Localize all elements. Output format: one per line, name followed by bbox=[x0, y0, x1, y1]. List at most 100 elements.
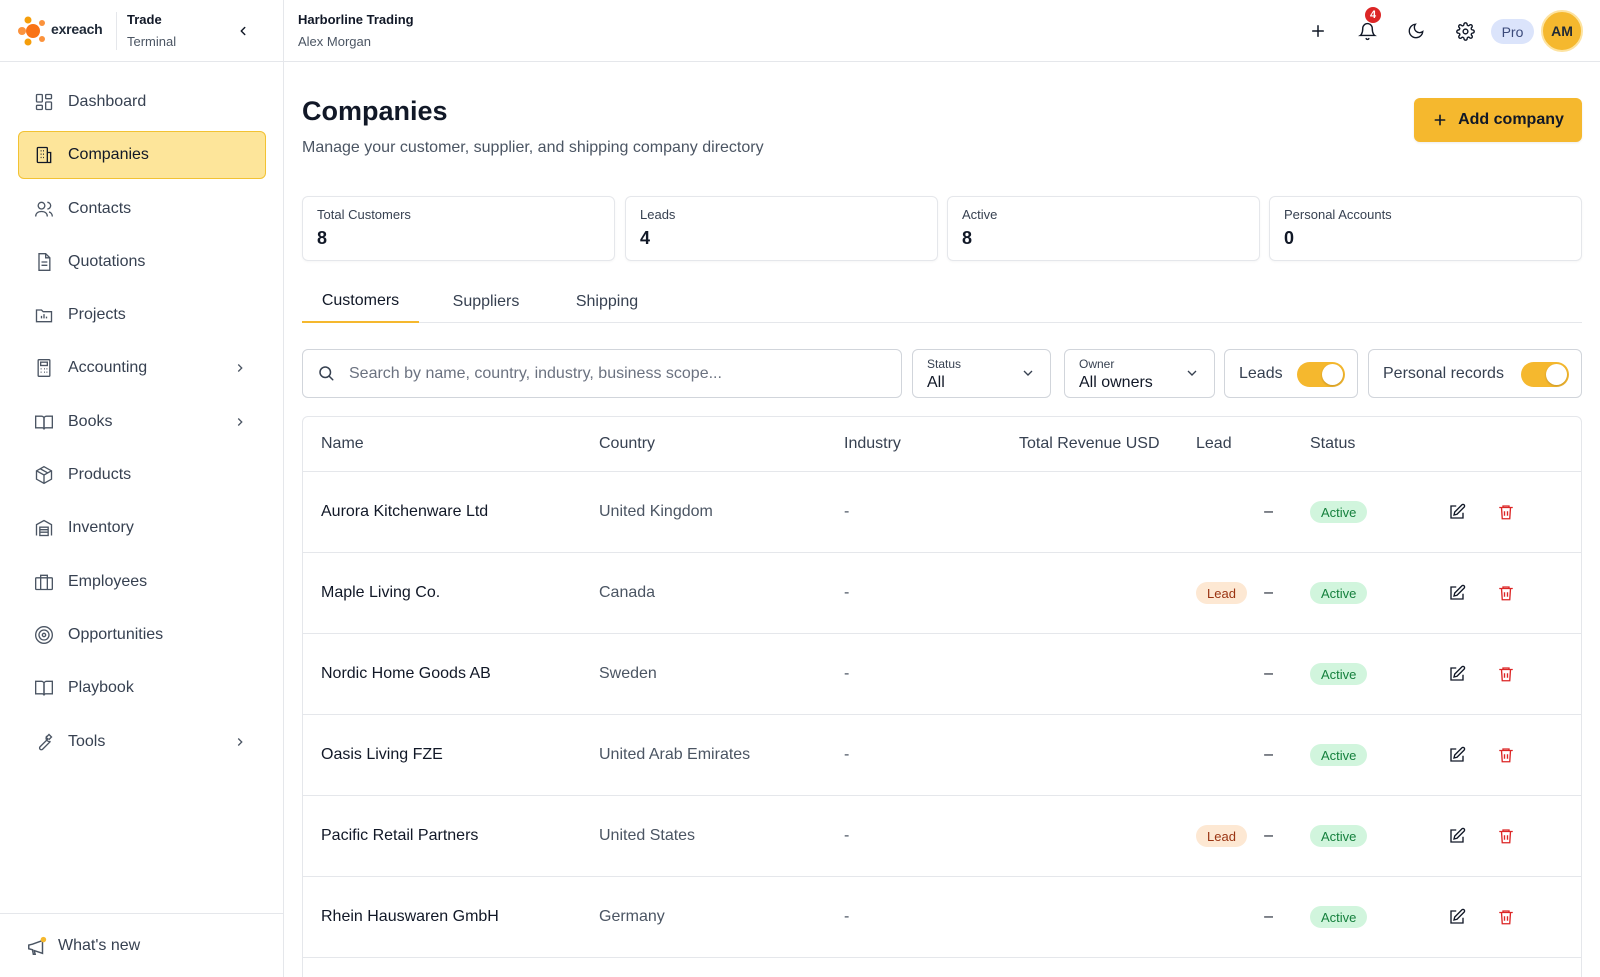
dark-mode-toggle[interactable] bbox=[1404, 19, 1428, 43]
add-company-button[interactable]: Add company bbox=[1414, 98, 1582, 142]
company-name[interactable]: Aurora Kitchenware Ltd bbox=[321, 503, 488, 521]
edit-button[interactable] bbox=[1447, 583, 1467, 603]
sidebar-item-label: Books bbox=[68, 412, 113, 430]
delete-button[interactable] bbox=[1496, 745, 1516, 765]
target-icon bbox=[33, 624, 55, 646]
table-row[interactable]: Aurora Kitchenware Ltd United Kingdom - … bbox=[303, 472, 1581, 553]
quick-add-button[interactable] bbox=[1306, 19, 1330, 43]
stat-label: Total Customers bbox=[317, 207, 411, 222]
status-badge: Active bbox=[1310, 744, 1368, 766]
column-header-lead[interactable]: Lead bbox=[1196, 435, 1232, 453]
stat-card-total-customers: Total Customers 8 bbox=[302, 196, 615, 261]
lead-badge: Lead bbox=[1196, 582, 1247, 604]
table-row[interactable]: Pacific Retail Partners United States - … bbox=[303, 796, 1581, 877]
delete-button[interactable] bbox=[1496, 664, 1516, 684]
company-name[interactable]: Maple Living Co. bbox=[321, 584, 440, 602]
owner-filter-caption: Owner bbox=[1079, 357, 1115, 371]
table-header: Name Country Industry Total Revenue USD … bbox=[303, 417, 1581, 472]
edit-button[interactable] bbox=[1447, 664, 1467, 684]
table-row[interactable]: Rhein Hauswaren GmbH Germany - – Active bbox=[303, 877, 1581, 958]
chevron-down-icon bbox=[1020, 365, 1038, 383]
column-header-industry[interactable]: Industry bbox=[844, 435, 901, 453]
company-revenue: – bbox=[1264, 665, 1273, 682]
notification-count-badge: 4 bbox=[1364, 6, 1382, 24]
stat-value: 4 bbox=[640, 228, 651, 248]
column-header-name[interactable]: Name bbox=[321, 435, 364, 453]
owner-filter-select[interactable]: Owner All owners bbox=[1064, 349, 1215, 398]
delete-button[interactable] bbox=[1496, 826, 1516, 846]
column-header-status[interactable]: Status bbox=[1310, 435, 1355, 453]
company-industry: - bbox=[844, 503, 850, 520]
company-industry: - bbox=[844, 827, 850, 844]
delete-button[interactable] bbox=[1496, 907, 1516, 927]
product-name: Trade bbox=[127, 12, 162, 27]
stat-card-leads: Leads 4 bbox=[625, 196, 938, 261]
personal-records-toggle-switch[interactable] bbox=[1521, 362, 1569, 387]
sidebar-item-playbook[interactable]: Playbook bbox=[18, 664, 266, 712]
sidebar-item-label: Quotations bbox=[68, 252, 146, 270]
plus-icon bbox=[1312, 25, 1324, 37]
leads-toggle-switch[interactable] bbox=[1297, 362, 1345, 387]
collapse-sidebar-button[interactable] bbox=[233, 21, 253, 41]
edit-button[interactable] bbox=[1447, 826, 1467, 846]
table-row[interactable]: Oasis Living FZE United Arab Emirates - … bbox=[303, 715, 1581, 796]
edit-button[interactable] bbox=[1447, 745, 1467, 765]
tab-shipping[interactable]: Shipping bbox=[564, 281, 650, 323]
sidebar-nav: Dashboard Companies Contacts Quotations … bbox=[18, 78, 266, 771]
trash-icon bbox=[1499, 586, 1513, 601]
company-name[interactable]: Oasis Living FZE bbox=[321, 746, 443, 764]
table-row[interactable]: Nordic Home Goods AB Sweden - – Active bbox=[303, 634, 1581, 715]
user-avatar[interactable]: AM bbox=[1541, 10, 1583, 52]
status-badge: Active bbox=[1310, 663, 1368, 685]
sidebar-item-label: Tools bbox=[68, 732, 106, 750]
company-name[interactable]: Rhein Hauswaren GmbH bbox=[321, 908, 499, 926]
stat-card-active: Active 8 bbox=[947, 196, 1260, 261]
tab-suppliers[interactable]: Suppliers bbox=[442, 281, 530, 323]
stat-value: 0 bbox=[1284, 228, 1295, 248]
status-badge: Active bbox=[1310, 906, 1368, 928]
edit-icon bbox=[1450, 827, 1466, 843]
status-filter-select[interactable]: Status All bbox=[912, 349, 1051, 398]
sidebar-item-label: Products bbox=[68, 466, 132, 484]
sidebar-item-dashboard[interactable]: Dashboard bbox=[18, 78, 266, 126]
search-input[interactable] bbox=[349, 364, 889, 383]
sidebar-item-quotations[interactable]: Quotations bbox=[18, 238, 266, 286]
stat-label: Leads bbox=[640, 207, 676, 222]
trash-icon bbox=[1499, 667, 1513, 682]
sidebar-item-opportunities[interactable]: Opportunities bbox=[18, 611, 266, 659]
chevron-right-icon bbox=[231, 413, 249, 431]
building-icon bbox=[33, 144, 55, 166]
column-header-total-revenue[interactable]: Total Revenue USD bbox=[1019, 435, 1160, 453]
sidebar-item-contacts[interactable]: Contacts bbox=[18, 185, 266, 233]
sidebar-item-companies[interactable]: Companies bbox=[18, 131, 266, 180]
lead-badge: Lead bbox=[1196, 825, 1247, 847]
status-filter-value: All bbox=[927, 374, 945, 391]
whats-new-link[interactable]: What's new bbox=[0, 913, 284, 977]
sidebar-item-products[interactable]: Products bbox=[18, 451, 266, 499]
brand-divider bbox=[116, 12, 117, 50]
book-open-icon bbox=[33, 677, 55, 699]
sidebar-item-label: Accounting bbox=[68, 359, 148, 377]
sidebar-item-tools[interactable]: Tools bbox=[18, 718, 266, 766]
warehouse-icon bbox=[33, 517, 55, 539]
edit-button[interactable] bbox=[1447, 907, 1467, 927]
company-name[interactable]: Nordic Home Goods AB bbox=[321, 665, 491, 683]
sidebar-item-label: Employees bbox=[68, 572, 148, 590]
sidebar-item-employees[interactable]: Employees bbox=[18, 558, 266, 606]
settings-button[interactable] bbox=[1453, 19, 1477, 43]
company-name[interactable]: Pacific Retail Partners bbox=[321, 827, 478, 845]
delete-button[interactable] bbox=[1496, 583, 1516, 603]
tab-customers[interactable]: Customers bbox=[302, 281, 419, 323]
sidebar-item-projects[interactable]: Projects bbox=[18, 291, 266, 339]
sidebar-item-books[interactable]: Books bbox=[18, 398, 266, 446]
sidebar-item-accounting[interactable]: Accounting bbox=[18, 344, 266, 392]
leads-toggle-control: Leads bbox=[1224, 349, 1358, 398]
company-country: United Arab Emirates bbox=[599, 746, 751, 763]
status-filter-caption: Status bbox=[927, 357, 962, 371]
column-header-country[interactable]: Country bbox=[599, 435, 655, 453]
sidebar-item-inventory[interactable]: Inventory bbox=[18, 504, 266, 552]
delete-button[interactable] bbox=[1496, 502, 1516, 522]
table-row[interactable]: Maple Living Co. Canada - – Lead Active bbox=[303, 553, 1581, 634]
stat-label: Personal Accounts bbox=[1284, 207, 1392, 222]
edit-button[interactable] bbox=[1447, 502, 1467, 522]
